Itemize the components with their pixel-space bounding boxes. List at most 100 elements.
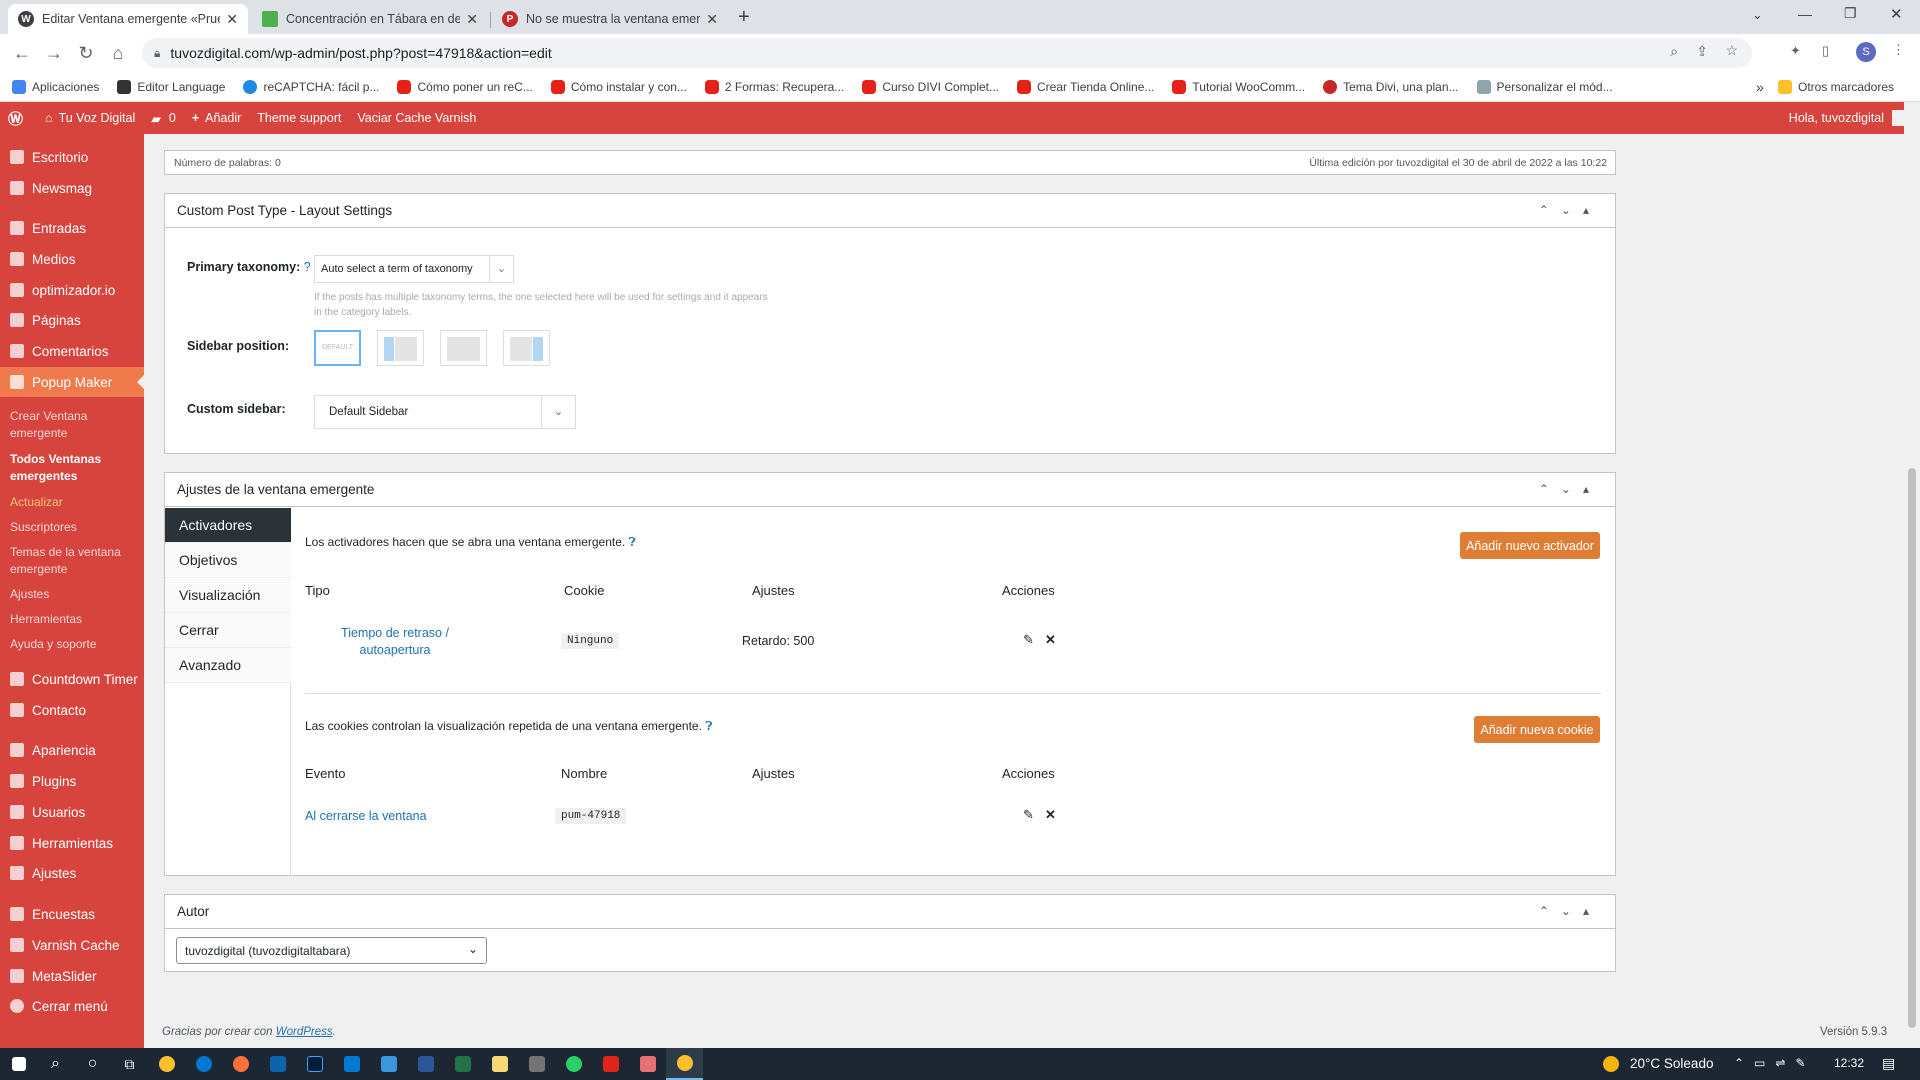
clock[interactable]: 12:32 <box>1834 1056 1864 1070</box>
box-controls-icon[interactable]: ⌃⌄▴ <box>1539 203 1601 217</box>
sidebar-item-optimizador[interactable]: optimizador.io <box>0 275 144 305</box>
sidebar-item-contacto[interactable]: Contacto <box>0 695 144 725</box>
sidebar-option-none[interactable] <box>440 330 487 366</box>
outlook-icon[interactable] <box>259 1048 296 1080</box>
bookmark-other[interactable]: Otros marcadores <box>1778 80 1894 94</box>
adminbar-site[interactable]: ⌂ Tu Voz Digital <box>45 111 135 125</box>
help-icon[interactable]: ❓︎ <box>705 719 712 733</box>
restore-icon[interactable]: ❐ <box>1844 5 1857 22</box>
page-scrollbar[interactable] <box>1904 102 1920 1048</box>
zoom-icon[interactable]: ⌕ <box>1670 43 1678 60</box>
sidebar-item-paginas[interactable]: Páginas <box>0 305 144 335</box>
photoshop-icon[interactable] <box>296 1048 333 1080</box>
sidebar-option-right[interactable] <box>503 330 550 366</box>
desktop-icon[interactable] <box>370 1048 407 1080</box>
submenu-ayuda[interactable]: Ayuda y soporte <box>10 636 140 653</box>
side-panel-icon[interactable]: ▯ <box>1822 43 1829 59</box>
tab-edit-popup[interactable]: W Editar Ventana emergente «Prue ✕ <box>8 4 248 34</box>
mail-icon[interactable] <box>333 1048 370 1080</box>
submenu-actualizar[interactable]: Actualizar <box>10 494 140 511</box>
sidebar-item-escritorio[interactable]: Escritorio <box>0 142 144 172</box>
close-window-icon[interactable]: ✕ <box>1890 5 1903 23</box>
sidebar-item-usuarios[interactable]: Usuarios <box>0 797 144 827</box>
box-controls-icon[interactable]: ⌃⌄▴ <box>1539 904 1601 918</box>
notifications-icon[interactable]: ▤ <box>1882 1055 1895 1072</box>
close-tab-icon[interactable]: ✕ <box>706 11 718 28</box>
sidebar-item-herramientas[interactable]: Herramientas <box>0 828 144 858</box>
minimize-icon[interactable]: — <box>1798 6 1812 22</box>
firefox-icon[interactable] <box>222 1048 259 1080</box>
adminbar-account[interactable]: Hola, tuvozdigital <box>1789 110 1908 126</box>
delete-x-icon[interactable]: ✕ <box>1045 807 1056 823</box>
new-tab-icon[interactable]: + <box>738 6 750 29</box>
bookmark-yt-4[interactable]: Curso DIVI Complet... <box>862 79 999 94</box>
trigger-type-link[interactable]: Tiempo de retraso / autoapertura <box>330 625 460 659</box>
help-icon[interactable]: ❓︎ <box>629 535 636 549</box>
bookmark-divi[interactable]: Tema Divi, una plan... <box>1323 79 1459 94</box>
task-view-icon[interactable]: ⧉ <box>111 1048 148 1080</box>
bookmark-yt-2[interactable]: Cómo instalar y con... <box>550 79 687 94</box>
submenu-todos[interactable]: Todos Ventanas emergentes <box>10 451 140 485</box>
weather-text[interactable]: 20°C Soleado <box>1630 1056 1713 1071</box>
tab-avanzado[interactable]: Avanzado <box>165 648 291 683</box>
edit-pencil-icon[interactable]: ✎ <box>1023 807 1034 823</box>
custom-sidebar-select[interactable]: Default Sidebar ⌄ <box>314 395 576 429</box>
tab-objetivos[interactable]: Objetivos <box>165 543 291 578</box>
tab-search-icon[interactable]: ⌄ <box>1752 7 1763 23</box>
submenu-ajustes[interactable]: Ajustes <box>10 586 140 603</box>
add-cookie-button[interactable]: Añadir nueva cookie <box>1474 716 1600 743</box>
menu-icon[interactable]: ⋮ <box>1892 42 1905 58</box>
edge-icon[interactable] <box>185 1048 222 1080</box>
adminbar-purge-cache[interactable]: Vaciar Cache Varnish <box>357 111 476 125</box>
bookmark-yt-6[interactable]: Tutorial WooComm... <box>1172 79 1305 94</box>
sidebar-item-encuestas[interactable]: Encuestas <box>0 899 144 929</box>
sidebar-item-ajustes[interactable]: Ajustes <box>0 858 144 888</box>
sidebar-item-entradas[interactable]: Entradas <box>0 213 144 243</box>
excel-icon[interactable] <box>444 1048 481 1080</box>
edit-pencil-icon[interactable]: ✎ <box>1023 632 1034 648</box>
app-grid-icon[interactable] <box>629 1048 666 1080</box>
sidebar-item-apariencia[interactable]: Apariencia <box>0 735 144 765</box>
acrobat-icon[interactable] <box>592 1048 629 1080</box>
home-icon[interactable]: ⌂ <box>102 43 134 64</box>
cortana-icon[interactable]: ○ <box>74 1048 111 1080</box>
sidebar-item-popup-maker[interactable]: Popup Maker <box>0 367 144 397</box>
bookmark-yt-1[interactable]: Cómo poner un reC... <box>397 79 533 94</box>
forward-icon[interactable]: → <box>38 43 70 64</box>
bookmark-personalizar[interactable]: Personalizar el mód... <box>1476 79 1613 94</box>
word-icon[interactable] <box>407 1048 444 1080</box>
tab-cerrar[interactable]: Cerrar <box>165 613 291 648</box>
tray-icons[interactable]: ⌃▭⇌✎ <box>1734 1056 1816 1070</box>
adminbar-comments[interactable]: ▰ 0 <box>151 111 176 126</box>
tab-popup-not-shown[interactable]: P No se muestra la ventana emerg ✕ <box>492 4 728 34</box>
help-icon[interactable]: ? <box>304 260 311 274</box>
sidebar-item-comentarios[interactable]: Comentarios <box>0 336 144 366</box>
cookie-event-link[interactable]: Al cerrarse la ventana <box>305 809 427 823</box>
bookmark-star-icon[interactable]: ☆ <box>1725 42 1738 59</box>
sidebar-item-plugins[interactable]: Plugins <box>0 766 144 796</box>
bookmark-recaptcha[interactable]: reCAPTCHA: fácil p... <box>243 79 379 94</box>
tab-activadores[interactable]: Activadores <box>165 508 291 543</box>
submenu-suscriptores[interactable]: Suscriptores <box>10 519 140 536</box>
scrollbar-thumb[interactable] <box>1908 468 1916 1028</box>
chrome-icon[interactable] <box>148 1048 185 1080</box>
calculator-icon[interactable] <box>518 1048 555 1080</box>
wordpress-logo-icon[interactable]: Ⓦ <box>8 108 23 129</box>
bookmark-yt-3[interactable]: 2 Formas: Recupera... <box>704 79 844 94</box>
adminbar-add[interactable]: + Añadir <box>192 111 241 125</box>
author-select[interactable]: tuvozdigital (tuvozdigitaltabara) ⌄ <box>176 937 487 964</box>
more-bookmarks-icon[interactable]: » <box>1756 79 1764 95</box>
bookmark-yt-5[interactable]: Crear Tienda Online... <box>1017 79 1154 94</box>
submenu-temas[interactable]: Temas de la ventana emergente <box>10 544 140 578</box>
taxonomy-select[interactable]: Auto select a term of taxonomy ⌄ <box>314 255 514 283</box>
reload-icon[interactable]: ↻ <box>70 43 102 64</box>
submenu-crear[interactable]: Crear Ventana emergente <box>10 408 140 442</box>
whatsapp-icon[interactable] <box>555 1048 592 1080</box>
bookmark-editor-language[interactable]: Editor Language <box>117 79 225 94</box>
profile-avatar[interactable]: S <box>1856 42 1876 62</box>
bookmark-apps[interactable]: Aplicaciones <box>12 79 99 94</box>
back-icon[interactable]: ← <box>6 43 38 64</box>
adminbar-theme-support[interactable]: Theme support <box>257 111 341 125</box>
add-trigger-button[interactable]: Añadir nuevo activador <box>1460 532 1600 559</box>
sidebar-item-countdown[interactable]: Countdown Timer <box>0 664 144 694</box>
